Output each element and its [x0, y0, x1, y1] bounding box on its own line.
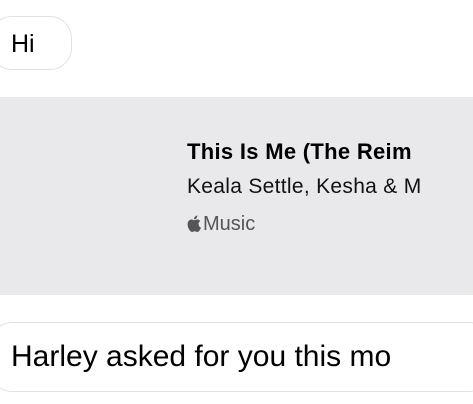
song-artist: Keala Settle, Kesha & M	[187, 175, 422, 198]
message-text: Harley asked for you this mo	[11, 340, 392, 373]
music-service-label: Music	[187, 211, 422, 237]
conversation-view: Hi This Is Me (The Reim Keala Settle, Ke…	[0, 0, 473, 404]
apple-logo-icon	[187, 215, 201, 232]
apple-music-link-card[interactable]: This Is Me (The Reim Keala Settle, Kesha…	[0, 97, 473, 295]
music-service-name: Music	[203, 212, 256, 235]
song-title: This Is Me (The Reim	[187, 139, 412, 164]
message-text: Hi	[11, 30, 35, 58]
message-bubble[interactable]: Hi	[0, 16, 72, 70]
music-card-details: This Is Me (The Reim Keala Settle, Kesha…	[187, 139, 422, 237]
message-bubble[interactable]: Harley asked for you this mo	[0, 322, 473, 392]
